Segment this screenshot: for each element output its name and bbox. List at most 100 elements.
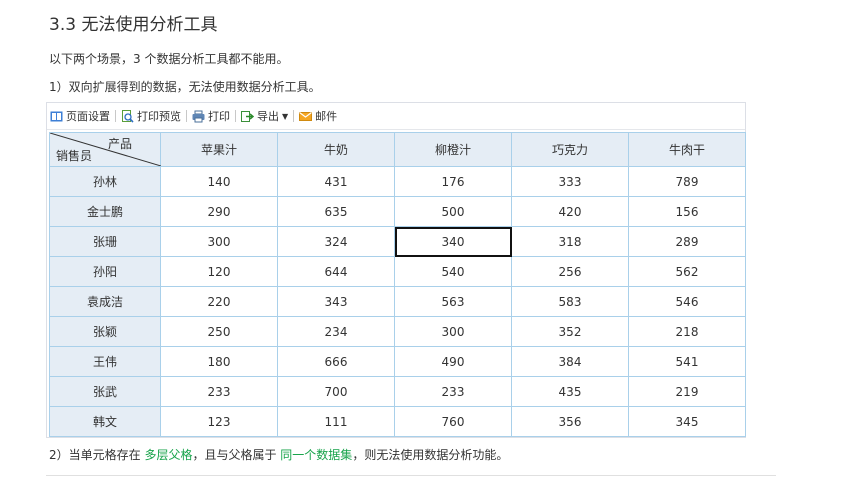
- toolbar-divider: [293, 110, 295, 122]
- table-cell[interactable]: 789: [628, 166, 746, 197]
- table-row: 张珊 300 324 340 318 289: [49, 226, 746, 257]
- table-cell[interactable]: 180: [160, 346, 278, 377]
- export-label: 导出: [257, 110, 279, 123]
- selected-cell[interactable]: 340: [394, 226, 512, 257]
- table-cell[interactable]: 760: [394, 406, 512, 437]
- header-row: 产品 销售员 苹果汁 牛奶 柳橙汁 巧克力 牛肉干: [49, 132, 746, 167]
- print-preview-label: 打印预览: [137, 110, 181, 123]
- same-dataset-link[interactable]: 同一个数据集: [280, 448, 352, 462]
- table-cell[interactable]: 219: [628, 376, 746, 407]
- print-button[interactable]: 打印: [192, 108, 230, 124]
- scenario-2-prefix: 2）当单元格存在: [49, 448, 145, 462]
- page-setup-label: 页面设置: [66, 110, 110, 123]
- table-cell[interactable]: 300: [160, 226, 278, 257]
- corner-header: 产品 销售员: [49, 132, 161, 167]
- scenario-2-suffix: ，则无法使用数据分析功能。: [352, 448, 509, 462]
- table-cell[interactable]: 666: [277, 346, 395, 377]
- row-header: 袁成洁: [49, 286, 161, 317]
- row-header: 孙阳: [49, 256, 161, 287]
- row-header: 孙林: [49, 166, 161, 197]
- table-row: 张武 233 700 233 435 219: [49, 376, 746, 407]
- table-cell[interactable]: 540: [394, 256, 512, 287]
- toolbar-divider: [235, 110, 236, 122]
- column-header: 牛奶: [277, 132, 395, 167]
- table-cell[interactable]: 120: [160, 256, 278, 287]
- table-cell[interactable]: 234: [277, 316, 395, 347]
- report-toolbar: 页面设置 打印预览 打印 导出 ▼ 邮件: [47, 103, 745, 130]
- table-cell[interactable]: 218: [628, 316, 746, 347]
- table-cell[interactable]: 324: [277, 226, 395, 257]
- row-header: 王伟: [49, 346, 161, 377]
- table-row: 孙林 140 431 176 333 789: [49, 166, 746, 197]
- corner-salesperson-label: 销售员: [56, 149, 93, 163]
- table-cell[interactable]: 356: [511, 406, 629, 437]
- printer-icon: [192, 110, 205, 122]
- column-header: 牛肉干: [628, 132, 746, 167]
- column-header: 柳橙汁: [394, 132, 512, 167]
- scenario-1-text: 1）双向扩展得到的数据，无法使用数据分析工具。: [49, 80, 321, 94]
- scenario-2-middle: ，且与父格属于: [192, 448, 281, 462]
- table-cell[interactable]: 384: [511, 346, 629, 377]
- table-cell[interactable]: 700: [277, 376, 395, 407]
- table-cell[interactable]: 140: [160, 166, 278, 197]
- table-cell[interactable]: 635: [277, 196, 395, 227]
- sales-table: 产品 销售员 苹果汁 牛奶 柳橙汁 巧克力 牛肉干 孙林 140 431 176…: [49, 132, 746, 437]
- table-cell[interactable]: 644: [277, 256, 395, 287]
- row-header: 张珊: [49, 226, 161, 257]
- table-cell[interactable]: 233: [394, 376, 512, 407]
- row-header: 张武: [49, 376, 161, 407]
- table-cell[interactable]: 233: [160, 376, 278, 407]
- print-label: 打印: [208, 110, 230, 123]
- export-icon: [241, 110, 254, 122]
- table-cell[interactable]: 562: [628, 256, 746, 287]
- table-cell[interactable]: 345: [628, 406, 746, 437]
- table-cell[interactable]: 343: [277, 286, 395, 317]
- print-preview-button[interactable]: 打印预览: [121, 108, 181, 124]
- table-cell[interactable]: 220: [160, 286, 278, 317]
- mail-button[interactable]: 邮件: [299, 108, 337, 124]
- table-cell[interactable]: 333: [511, 166, 629, 197]
- report-preview: 页面设置 打印预览 打印 导出 ▼ 邮件 产品 销售员 苹果汁 牛奶 柳橙汁 巧…: [46, 102, 746, 438]
- section-heading: 3.3 无法使用分析工具: [49, 15, 218, 35]
- table-cell[interactable]: 176: [394, 166, 512, 197]
- table-cell[interactable]: 541: [628, 346, 746, 377]
- table-cell[interactable]: 123: [160, 406, 278, 437]
- row-header: 张颖: [49, 316, 161, 347]
- table-row: 金士鹏 290 635 500 420 156: [49, 196, 746, 227]
- table-row: 王伟 180 666 490 384 541: [49, 346, 746, 377]
- table-cell[interactable]: 435: [511, 376, 629, 407]
- column-header: 巧克力: [511, 132, 629, 167]
- corner-product-label: 产品: [107, 137, 132, 151]
- table-cell[interactable]: 352: [511, 316, 629, 347]
- table-cell[interactable]: 290: [160, 196, 278, 227]
- table-cell[interactable]: 420: [511, 196, 629, 227]
- mail-icon: [299, 111, 313, 121]
- column-header: 苹果汁: [160, 132, 278, 167]
- table-cell[interactable]: 289: [628, 226, 746, 257]
- table-cell[interactable]: 431: [277, 166, 395, 197]
- chevron-down-icon: ▼: [282, 111, 289, 121]
- divider: [46, 475, 776, 476]
- table-cell[interactable]: 156: [628, 196, 746, 227]
- intro-text: 以下两个场景，3 个数据分析工具都不能用。: [49, 52, 289, 66]
- mail-label: 邮件: [315, 110, 338, 123]
- table-cell[interactable]: 490: [394, 346, 512, 377]
- table-cell[interactable]: 500: [394, 196, 512, 227]
- table-cell[interactable]: 546: [628, 286, 746, 317]
- table-cell[interactable]: 563: [394, 286, 512, 317]
- scenario-2-text: 2）当单元格存在 多层父格，且与父格属于 同一个数据集，则无法使用数据分析功能。: [49, 446, 508, 463]
- table-cell[interactable]: 256: [511, 256, 629, 287]
- table-row: 孙阳 120 644 540 256 562: [49, 256, 746, 287]
- multi-level-parent-link[interactable]: 多层父格: [144, 448, 192, 462]
- export-dropdown[interactable]: 导出 ▼: [241, 108, 288, 124]
- page-setup-button[interactable]: 页面设置: [50, 108, 110, 124]
- toolbar-divider: [186, 110, 187, 122]
- print-preview-icon: [122, 109, 134, 123]
- toolbar-divider: [115, 110, 116, 122]
- table-cell[interactable]: 583: [511, 286, 629, 317]
- table-cell[interactable]: 318: [511, 226, 629, 257]
- table-cell[interactable]: 250: [160, 316, 278, 347]
- table-cell[interactable]: 111: [277, 406, 395, 437]
- table-row: 韩文 123 111 760 356 345: [49, 406, 746, 437]
- table-cell[interactable]: 300: [394, 316, 512, 347]
